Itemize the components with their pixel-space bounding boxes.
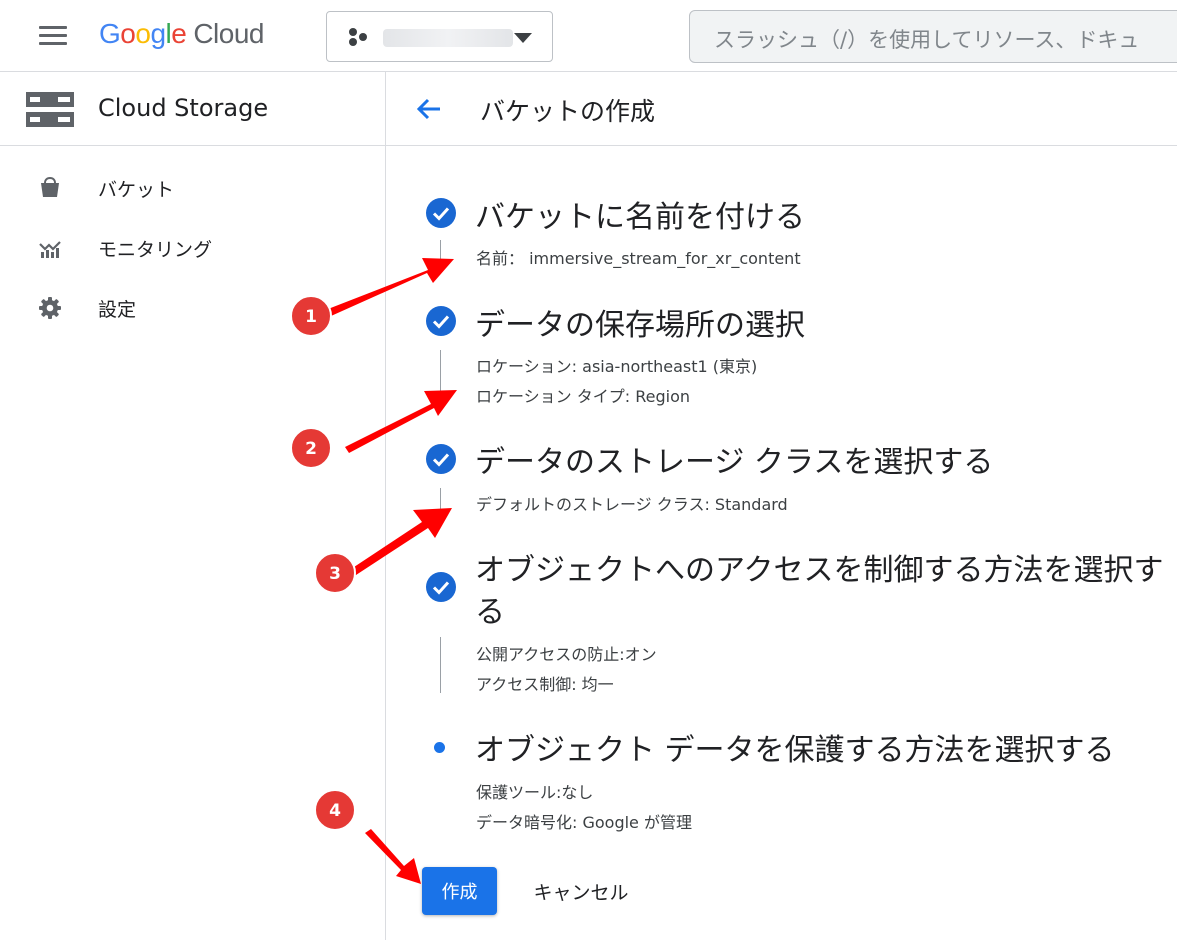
sidebar-item-monitoring[interactable]: モニタリング — [0, 222, 385, 274]
cloud-storage-icon — [26, 92, 74, 127]
sidebar: Cloud Storage バケット モニタリング 設定 — [0, 72, 386, 940]
step-connector — [440, 350, 441, 410]
google-cloud-logo[interactable]: Google Cloud — [99, 18, 264, 50]
sidebar-item-buckets[interactable]: バケット — [0, 162, 385, 214]
chevron-down-icon — [514, 33, 532, 43]
bucket-icon — [41, 176, 59, 197]
main-content: バケットの作成 バケットに名前を付ける 名前： immersive_stream… — [386, 72, 1177, 940]
page-title: バケットの作成 — [480, 97, 656, 126]
step-1-title[interactable]: バケットに名前を付ける — [475, 192, 805, 236]
step-5-detail: 保護ツール:なし — [476, 783, 594, 802]
step-4-detail: 公開アクセスの防止:オン — [476, 645, 657, 664]
menu-icon[interactable] — [39, 26, 67, 46]
step-2-detail: ロケーション: asia-northeast1 (東京) — [476, 357, 758, 376]
cancel-button[interactable]: キャンセル — [516, 867, 646, 915]
check-circle-icon — [426, 572, 456, 602]
search-input[interactable]: スラッシュ（/）を使用してリソース、ドキュ — [689, 10, 1177, 63]
step-connector — [440, 488, 441, 514]
hexagon-cluster-icon — [349, 28, 367, 46]
step-4-detail: アクセス制御: 均一 — [476, 675, 614, 694]
step-5-detail: データ暗号化: Google が管理 — [476, 813, 692, 832]
step-1-detail: 名前： immersive_stream_for_xr_content — [476, 249, 801, 268]
step-connector — [440, 240, 441, 266]
check-circle-icon — [426, 444, 456, 474]
step-3-title[interactable]: データのストレージ クラスを選択する — [475, 437, 993, 481]
page-header: バケットの作成 — [386, 72, 1177, 146]
check-circle-icon — [426, 198, 456, 228]
create-button[interactable]: 作成 — [422, 867, 497, 915]
current-step-dot — [434, 742, 445, 753]
project-name-redacted — [383, 29, 513, 47]
step-4-title-cont[interactable]: る — [475, 587, 505, 631]
step-2-title[interactable]: データの保存場所の選択 — [475, 300, 805, 344]
project-selector[interactable] — [326, 11, 553, 62]
sidebar-item-settings[interactable]: 設定 — [0, 282, 385, 334]
sidebar-header: Cloud Storage — [0, 72, 385, 146]
step-2-detail: ロケーション タイプ: Region — [476, 387, 691, 406]
monitoring-chart-icon — [39, 241, 61, 258]
step-4-title[interactable]: オブジェクトへのアクセスを制御する方法を選択す — [475, 545, 1164, 589]
gear-icon — [39, 297, 61, 319]
step-5-title[interactable]: オブジェクト データを保護する方法を選択する — [475, 725, 1115, 769]
search-placeholder: スラッシュ（/）を使用してリソース、ドキュ — [714, 28, 1140, 52]
step-connector — [440, 637, 441, 693]
sidebar-title: Cloud Storage — [98, 94, 269, 122]
top-bar: Google Cloud スラッシュ（/）を使用してリソース、ドキュ — [0, 0, 1177, 72]
check-circle-icon — [426, 306, 456, 336]
step-3-detail: デフォルトのストレージ クラス: Standard — [476, 495, 788, 514]
back-arrow-icon[interactable] — [414, 94, 444, 124]
